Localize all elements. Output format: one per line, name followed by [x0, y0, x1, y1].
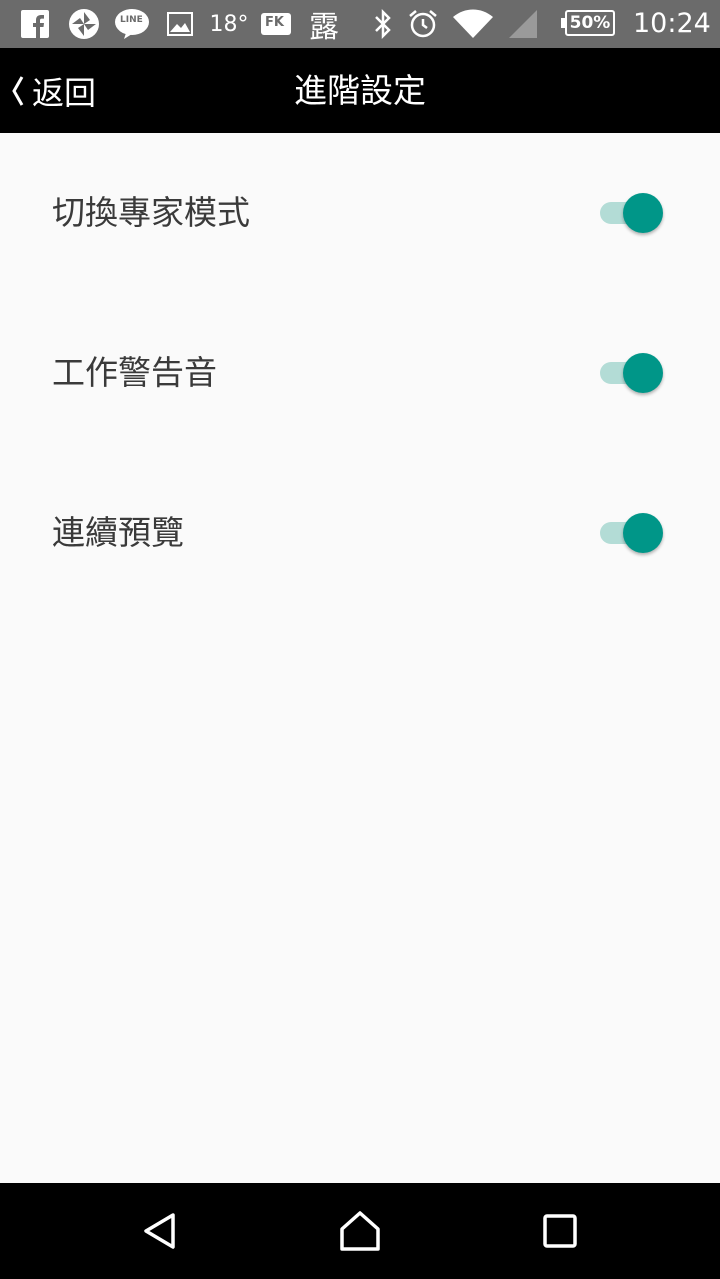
wifi-icon	[452, 0, 494, 48]
setting-row-expert-mode[interactable]: 切換專家模式	[0, 133, 720, 293]
nav-home-button[interactable]	[300, 1183, 420, 1279]
back-nav-icon	[144, 1213, 175, 1249]
status-bar: LINE 18° FK 露 50% 10:24	[0, 0, 720, 48]
warning-sound-switch[interactable]	[598, 353, 666, 393]
weather-dew-icon: 露	[309, 10, 339, 45]
nav-recents-button[interactable]	[500, 1183, 620, 1279]
swirl-app-icon	[67, 0, 101, 48]
fk-app-label: FK	[265, 15, 284, 30]
expert-mode-switch[interactable]	[598, 193, 666, 233]
setting-row-warning-sound[interactable]: 工作警告音	[0, 293, 720, 453]
clock: 10:24	[633, 8, 711, 39]
back-label: 返回	[32, 73, 97, 112]
continuous-preview-switch[interactable]	[598, 513, 666, 553]
recents-icon	[543, 1214, 577, 1248]
signal-icon	[506, 0, 540, 48]
alarm-icon	[406, 0, 440, 48]
setting-label: 切換專家模式	[52, 193, 250, 232]
chevron-left-icon	[12, 75, 24, 106]
bluetooth-icon	[370, 0, 396, 48]
page-title: 進階設定	[294, 71, 426, 110]
gallery-icon	[166, 0, 194, 48]
battery-indicator: 50%	[561, 10, 615, 36]
weather-temp: 18°	[209, 11, 249, 37]
setting-label: 連續預覽	[52, 513, 184, 552]
app-bar: 返回 進階設定	[0, 48, 720, 133]
line-app-icon: LINE	[114, 0, 150, 48]
switch-thumb	[623, 193, 663, 233]
line-app-label: LINE	[120, 15, 143, 25]
switch-thumb	[623, 513, 663, 553]
setting-label: 工作警告音	[52, 353, 217, 392]
navigation-bar	[0, 1183, 720, 1279]
nav-back-button[interactable]	[100, 1183, 220, 1279]
switch-thumb	[623, 353, 663, 393]
home-icon	[340, 1211, 380, 1251]
facebook-icon	[20, 0, 50, 48]
fk-app-icon: FK	[259, 0, 293, 48]
setting-row-continuous-preview[interactable]: 連續預覽	[0, 453, 720, 613]
back-button[interactable]: 返回	[10, 48, 96, 133]
